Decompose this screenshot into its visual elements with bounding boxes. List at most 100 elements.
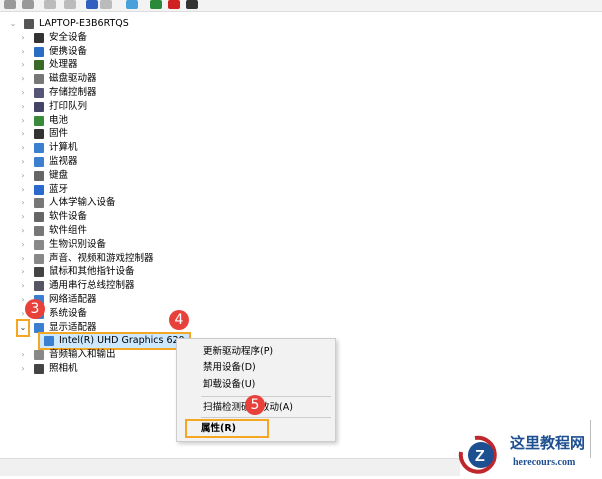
chevron-right-icon[interactable]: ›: [18, 238, 28, 252]
context-menu: 更新驱动程序(P) 禁用设备(D) 卸载设备(U) 扫描检测硬件改动(A) 属性…: [176, 338, 336, 442]
chevron-right-icon[interactable]: ›: [18, 114, 28, 128]
tree-item[interactable]: › 鼠标和其他指针设备: [18, 265, 135, 279]
status-bar: [0, 458, 460, 476]
tree-item-label: 人体学输入设备: [49, 197, 116, 208]
back-icon[interactable]: [4, 0, 16, 9]
show-hide-icon[interactable]: [64, 0, 76, 9]
toolbar: [0, 0, 602, 12]
tree-item-label: 固件: [49, 128, 69, 139]
chevron-right-icon[interactable]: ›: [18, 279, 28, 293]
tree-item[interactable]: › 打印队列: [18, 100, 87, 114]
tree-item[interactable]: › 声音、视频和游戏控制器: [18, 252, 154, 266]
tree-item[interactable]: › 键盘: [18, 169, 68, 183]
tree-item[interactable]: › 照相机: [18, 362, 78, 376]
help-icon[interactable]: [86, 0, 98, 9]
device-category-icon: [34, 116, 44, 126]
tree-item-label: 便携设备: [49, 46, 88, 57]
device-category-icon: [34, 88, 44, 98]
device-category-icon: [34, 267, 44, 277]
device-category-icon: [34, 143, 44, 153]
tree-item-label: 通用串行总线控制器: [49, 280, 135, 291]
tree-item[interactable]: › 人体学输入设备: [18, 196, 116, 210]
monitor-icon[interactable]: [126, 0, 138, 9]
tree-item-label: 软件设备: [49, 211, 88, 222]
tree-item-label: 键盘: [49, 170, 69, 181]
menu-uninstall-device[interactable]: 卸载设备(U): [203, 377, 255, 392]
uninstall-icon[interactable]: [168, 0, 180, 9]
menu-disable-device[interactable]: 禁用设备(D): [203, 360, 256, 375]
tree-item-label: 电池: [49, 115, 69, 126]
tree-item-label: 监视器: [49, 156, 78, 167]
chevron-right-icon[interactable]: ›: [18, 58, 28, 72]
properties-icon[interactable]: [44, 0, 56, 9]
chevron-right-icon[interactable]: ›: [18, 169, 28, 183]
svg-text:Z: Z: [475, 448, 485, 465]
tree-item[interactable]: › 通用串行总线控制器: [18, 279, 135, 293]
device-category-icon: [44, 336, 54, 346]
tree-item[interactable]: › 处理器: [18, 58, 78, 72]
menu-update-driver[interactable]: 更新驱动程序(P): [203, 344, 273, 359]
tree-item[interactable]: › 音频输入和输出: [18, 348, 116, 362]
device-category-icon: [34, 212, 44, 222]
tree-item[interactable]: › 磁盘驱动器: [18, 72, 97, 86]
view-icon[interactable]: [100, 0, 112, 9]
chevron-right-icon[interactable]: ›: [18, 265, 28, 279]
tree-item-label: 安全设备: [49, 32, 88, 43]
menu-properties[interactable]: 属性(R): [185, 419, 269, 438]
tree-item-label: 生物识别设备: [49, 239, 107, 250]
chevron-right-icon[interactable]: ›: [18, 183, 28, 197]
chevron-right-icon[interactable]: ›: [18, 100, 28, 114]
download-icon[interactable]: [186, 0, 198, 9]
watermark-logo: Z 这里教程网 herecours.com: [455, 430, 602, 475]
chevron-right-icon[interactable]: ›: [18, 141, 28, 155]
device-category-icon: [34, 364, 44, 374]
chevron-down-icon[interactable]: ⌄: [16, 319, 30, 337]
device-category-icon: [34, 102, 44, 112]
menu-separator: [201, 396, 331, 397]
computer-icon: [24, 19, 34, 29]
step-badge-3: 3: [25, 299, 45, 319]
tree-item[interactable]: › 固件: [18, 127, 68, 141]
device-category-icon: [34, 60, 44, 70]
root-label: LAPTOP-E3B6RTQS: [39, 18, 129, 29]
chevron-right-icon[interactable]: ›: [18, 127, 28, 141]
chevron-right-icon[interactable]: ›: [18, 45, 28, 59]
tree-item[interactable]: › 电池: [18, 114, 68, 128]
tree-item-label: 照相机: [49, 363, 78, 374]
tree-item-label: 磁盘驱动器: [49, 73, 97, 84]
chevron-right-icon[interactable]: ›: [18, 72, 28, 86]
device-category-icon: [34, 240, 44, 250]
chevron-right-icon[interactable]: ›: [18, 224, 28, 238]
chevron-right-icon[interactable]: ›: [18, 362, 28, 376]
tree-item[interactable]: › 软件组件: [18, 224, 87, 238]
tree-item[interactable]: ⌄ 显示适配器: [16, 319, 97, 337]
update-driver-icon[interactable]: [150, 0, 162, 9]
tree-item-label: 网络适配器: [49, 294, 97, 305]
tree-item[interactable]: › 便携设备: [18, 45, 87, 59]
tree-root[interactable]: ⌄ LAPTOP-E3B6RTQS: [8, 17, 129, 31]
chevron-right-icon[interactable]: ›: [18, 196, 28, 210]
logo-icon: Z 这里教程网 herecours.com: [458, 434, 585, 474]
chevron-right-icon[interactable]: ›: [18, 155, 28, 169]
tree-item[interactable]: › 蓝牙: [18, 183, 68, 197]
chevron-down-icon[interactable]: ⌄: [8, 17, 18, 31]
tree-item[interactable]: › 计算机: [18, 141, 78, 155]
tree-item-label: 打印队列: [49, 101, 88, 112]
tree-item[interactable]: › 监视器: [18, 155, 78, 169]
tree-item[interactable]: › 存储控制器: [18, 86, 97, 100]
chevron-right-icon[interactable]: ›: [18, 210, 28, 224]
chevron-right-icon[interactable]: ›: [18, 348, 28, 362]
device-category-icon: [34, 281, 44, 291]
chevron-right-icon[interactable]: ›: [18, 252, 28, 266]
tree-item[interactable]: › 安全设备: [18, 31, 87, 45]
tree-item-intel-graphics[interactable]: Intel(R) UHD Graphics 620: [38, 332, 191, 350]
chevron-right-icon[interactable]: ›: [18, 31, 28, 45]
device-category-icon: [34, 185, 44, 195]
forward-icon[interactable]: [22, 0, 34, 9]
tree-item[interactable]: › 软件设备: [18, 210, 87, 224]
step-badge-4: 4: [169, 310, 189, 330]
tree-item[interactable]: › 生物识别设备: [18, 238, 106, 252]
device-category-icon: [34, 226, 44, 236]
chevron-right-icon[interactable]: ›: [18, 86, 28, 100]
tree-item-label: 显示适配器: [49, 322, 97, 333]
